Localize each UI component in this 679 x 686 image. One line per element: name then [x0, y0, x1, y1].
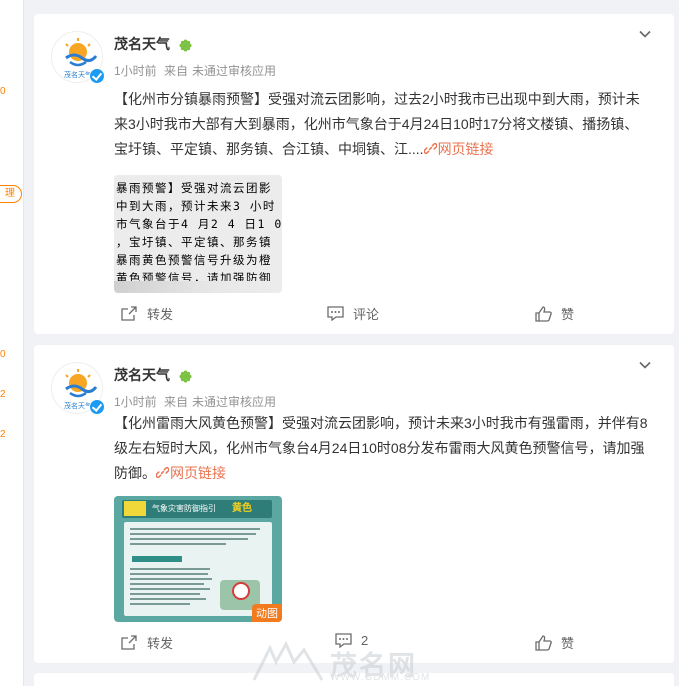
post-source[interactable]: 未通过审核应用 — [192, 395, 276, 409]
thumbs-up-icon — [535, 305, 552, 322]
watermark: 茂名网 WWW.GDMM.COM — [250, 640, 450, 684]
image-text-line: 暴雨预警】受强对流云团影 — [116, 181, 272, 195]
sidebar-count[interactable]: 0 — [0, 349, 6, 361]
author-name[interactable]: 茂名天气 — [114, 365, 170, 385]
sidebar-count[interactable]: 2 — [0, 429, 6, 441]
repost-button[interactable]: 转发 — [121, 304, 173, 323]
like-label: 赞 — [561, 307, 575, 322]
comment-icon — [327, 306, 344, 321]
gif-tag: 动图 — [252, 604, 282, 622]
image-text-line: ，宝圩镇、平定镇、那务镇 — [116, 235, 272, 249]
post-meta: 1小时前 来自 未通过审核应用 — [114, 393, 280, 410]
thumbs-up-icon — [535, 634, 552, 651]
vip-badge-icon[interactable] — [179, 39, 192, 52]
repost-label: 转发 — [147, 307, 174, 322]
post-text: 【化州雷雨大风黄色预警】受强对流云团影响，预计未来3小时我市有强雷雨，并伴有8级… — [114, 411, 652, 486]
post-source[interactable]: 未通过审核应用 — [192, 64, 276, 78]
feed-card: 茂名天气 茂名天气 1小时前 来自 未通过审核应用 【化州市分镇暴雨预警】受强对流… — [34, 14, 674, 334]
web-link-label: 网页链接 — [170, 465, 226, 481]
sidebar-count[interactable]: 2 — [0, 389, 6, 401]
post-time[interactable]: 1小时前 — [114, 395, 157, 409]
source-prefix: 来自 — [164, 395, 189, 409]
chevron-down-icon[interactable] — [638, 358, 652, 372]
left-sidebar: 0 理 0 2 2 — [0, 0, 24, 686]
image-text-line: 市气象台于4 月2 4 日1 0 — [116, 217, 282, 231]
sidebar-count[interactable]: 0 — [0, 86, 6, 98]
image-text-line: 暴雨黄色预警信号升级为橙 — [116, 253, 272, 267]
verified-badge-icon — [89, 399, 105, 415]
link-icon — [423, 142, 437, 155]
link-icon — [156, 466, 169, 479]
image-logo — [124, 501, 146, 516]
watermark-logo-icon — [252, 640, 324, 681]
feed-card: 茂名天气 茂名天气 1小时前 来自 未通过审核应用 【化州雷雨大风黄色预警】受强对… — [34, 345, 674, 663]
watermark-url: WWW.GDMM.COM — [330, 672, 431, 683]
vip-badge-icon[interactable] — [179, 370, 192, 383]
repost-icon — [121, 635, 137, 650]
like-button[interactable]: 赞 — [535, 633, 574, 652]
like-button[interactable]: 赞 — [535, 304, 574, 323]
avatar-caption: 茂名天气 — [64, 70, 92, 79]
post-image[interactable]: 暴雨预警】受强对流云团影 中到大雨，预计未来3 小时 市气象台于4 月2 4 日… — [114, 175, 282, 293]
repost-button[interactable]: 转发 — [121, 633, 173, 652]
sidebar-tag[interactable]: 理 — [0, 185, 22, 203]
image-footer — [114, 281, 282, 293]
verified-badge-icon — [89, 68, 105, 84]
author-name[interactable]: 茂名天气 — [114, 34, 170, 54]
post-time[interactable]: 1小时前 — [114, 64, 157, 78]
web-link-label: 网页链接 — [437, 141, 494, 157]
post-image[interactable]: 气象灾害防御指引 黄色 动图 — [114, 496, 282, 622]
prohibition-sign-icon — [232, 582, 250, 600]
web-link[interactable]: 网页链接 — [423, 141, 494, 157]
image-text-line: 中到大雨，预计未来3 小时 — [116, 199, 276, 213]
image-badge: 黄色 — [232, 503, 252, 514]
chevron-down-icon[interactable] — [638, 27, 652, 41]
repost-icon — [121, 306, 137, 321]
comment-button[interactable]: 评论 — [327, 304, 379, 323]
repost-label: 转发 — [147, 636, 174, 651]
source-prefix: 来自 — [164, 64, 189, 78]
comment-label: 评论 — [353, 307, 380, 322]
post-meta: 1小时前 来自 未通过审核应用 — [114, 62, 280, 79]
like-label: 赞 — [561, 636, 575, 651]
image-title: 气象灾害防御指引 — [152, 504, 216, 513]
post-text: 【化州市分镇暴雨预警】受强对流云团影响，过去2小时我市已出现中到大雨，预计未来3… — [114, 87, 652, 162]
action-bar: 转发 评论 赞 — [34, 304, 674, 334]
image-body — [124, 522, 272, 616]
post-text-body: 【化州市分镇暴雨预警】受强对流云团影响，过去2小时我市已出现中到大雨，预计未来3… — [114, 91, 640, 157]
web-link[interactable]: 网页链接 — [156, 465, 226, 481]
avatar-caption: 茂名天气 — [64, 401, 92, 410]
